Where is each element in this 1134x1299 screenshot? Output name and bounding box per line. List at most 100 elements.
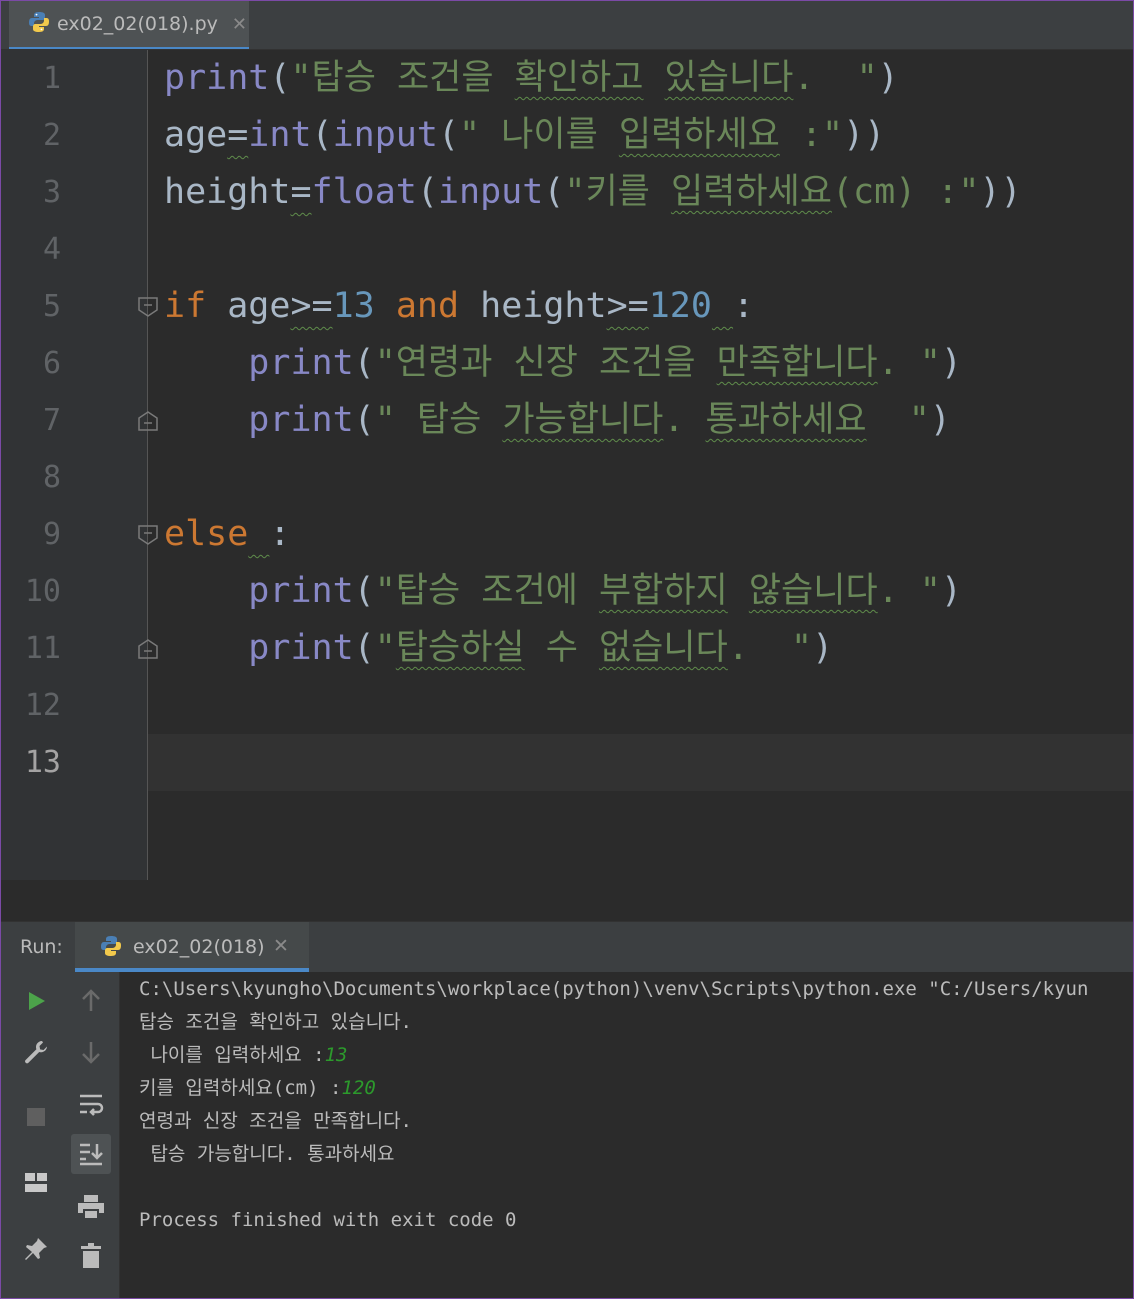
- code-line[interactable]: if age>=13 and height>=120 :: [164, 278, 754, 335]
- code-token: input: [332, 115, 438, 155]
- code-token: . ": [877, 571, 941, 611]
- line-number: 7: [42, 403, 61, 438]
- code-line[interactable]: else :: [164, 506, 290, 563]
- console-line: C:\Users\kyungho\Documents\workplace(pyt…: [139, 973, 1088, 1006]
- code-token: "키를: [564, 172, 671, 212]
- run-toolbar-primary: [1, 972, 63, 1298]
- line-number: 8: [42, 460, 61, 495]
- code-line[interactable]: print("연령과 신장 조건을 만족합니다. "): [164, 335, 962, 392]
- code-token: 있습니다: [664, 58, 794, 98]
- code-line[interactable]: age=int(input(" 나이를 입력하세요 :")): [164, 107, 885, 164]
- code-token: (: [269, 58, 291, 98]
- console-line: 키를 입력하세요(cm) :120: [139, 1072, 376, 1105]
- down-arrow-icon[interactable]: [71, 1032, 111, 1072]
- code-token: print: [248, 628, 354, 668]
- run-panel-header: Run: ex02_02(018) ✕: [1, 921, 1133, 972]
- code-token: ): [940, 343, 962, 383]
- close-icon[interactable]: ✕: [273, 935, 289, 957]
- code-token: ): [929, 400, 951, 440]
- console-line: 나이를 입력하세요 :13: [139, 1039, 347, 1072]
- code-token: print: [248, 571, 354, 611]
- code-token: 수: [524, 628, 599, 668]
- console-line: 탑승 가능합니다. 통과하세요: [139, 1138, 395, 1171]
- print-icon[interactable]: [71, 1187, 111, 1227]
- run-toolbar-secondary: [63, 972, 120, 1298]
- code-line[interactable]: print("탑승 조건을 확인하고 있습니다. "): [164, 50, 899, 107]
- fold-open-icon[interactable]: [137, 524, 159, 546]
- code-token: (: [437, 115, 460, 155]
- code-token: height: [459, 286, 607, 326]
- code-token: . ": [793, 58, 878, 98]
- close-icon[interactable]: ✕: [232, 14, 247, 35]
- console-text: 연령과 신장 조건을 만족합니다.: [139, 1110, 412, 1132]
- pin-icon[interactable]: [16, 1229, 56, 1269]
- trash-icon[interactable]: [71, 1236, 111, 1276]
- code-token: . ": [727, 628, 813, 668]
- code-line[interactable]: height=float(input("키를 입력하세요(cm) :")): [164, 164, 1022, 221]
- wrench-icon[interactable]: [16, 1032, 56, 1072]
- scroll-to-end-icon[interactable]: [71, 1134, 111, 1174]
- console-line: 연령과 신장 조건을 만족합니다.: [139, 1105, 412, 1138]
- line-number: 12: [24, 688, 61, 723]
- code-token: =: [290, 172, 312, 212]
- code-token: input: [437, 172, 544, 212]
- code-token: if: [164, 286, 207, 326]
- line-number: 13: [24, 745, 61, 780]
- code-line[interactable]: print(" 탑승 가능합니다. 통과하세요 "): [164, 392, 951, 449]
- code-token: 가능합니다: [502, 400, 664, 440]
- line-number: 6: [42, 346, 61, 381]
- python-icon: [99, 934, 123, 963]
- code-token: (: [353, 571, 375, 611]
- code-token: :: [269, 514, 291, 554]
- fold-close-icon[interactable]: [137, 638, 159, 660]
- code-token: 입력하세요: [618, 115, 780, 155]
- file-tab-label: ex02_02(018).py: [57, 13, 218, 35]
- console-line: Process finished with exit code 0: [139, 1204, 517, 1237]
- console-text: C:\Users\kyungho\Documents\workplace(pyt…: [139, 978, 1089, 1000]
- line-number: 3: [42, 175, 61, 210]
- stop-icon[interactable]: [16, 1097, 56, 1137]
- layout-icon[interactable]: [16, 1163, 56, 1203]
- run-tab[interactable]: ex02_02(018) ✕: [75, 922, 309, 972]
- code-editor[interactable]: 1 2 3 4 5 6 7 8 9 10 11 12 13 print("탑승 조건을 확인하고 있습니…: [1, 50, 1133, 880]
- console-text: 탑승 가능합니다. 통과하세요: [139, 1143, 395, 1165]
- code-token: (: [353, 400, 375, 440]
- up-arrow-icon[interactable]: [71, 981, 111, 1021]
- code-token: (: [416, 172, 438, 212]
- line-number: 10: [24, 574, 61, 609]
- console-output[interactable]: C:\Users\kyungho\Documents\workplace(pyt…: [139, 972, 1133, 1298]
- console-line: 탑승 조건을 확인하고 있습니다.: [139, 1006, 412, 1039]
- code-line[interactable]: print("탑승하실 수 없습니다. "): [164, 620, 833, 677]
- fold-open-icon[interactable]: [137, 296, 159, 318]
- code-token: and: [395, 286, 460, 326]
- code-token: 부합하지: [598, 571, 728, 611]
- run-panel: C:\Users\kyungho\Documents\workplace(pyt…: [1, 972, 1133, 1298]
- console-text: 나이를 입력하세요 :: [139, 1044, 325, 1066]
- code-token: print: [248, 400, 354, 440]
- fold-close-icon[interactable]: [137, 410, 159, 432]
- code-token: float: [311, 172, 417, 212]
- code-token: >=: [606, 286, 649, 326]
- code-token: ": [374, 628, 396, 668]
- code-token: 없습니다: [598, 628, 728, 668]
- code-line[interactable]: print("탑승 조건에 부합하지 않습니다. "): [164, 563, 962, 620]
- code-token: >=: [290, 286, 333, 326]
- line-number: 1: [42, 61, 61, 96]
- code-token: ): [812, 628, 834, 668]
- run-icon[interactable]: [16, 981, 56, 1021]
- soft-wrap-icon[interactable]: [71, 1085, 111, 1125]
- console-text: Process finished with exit code 0: [139, 1209, 517, 1231]
- line-number: 5: [42, 289, 61, 324]
- code-token: print: [164, 58, 270, 98]
- file-tab[interactable]: ex02_02(018).py ✕: [9, 1, 249, 49]
- code-token: " 탑승: [374, 400, 503, 440]
- ide-window: ex02_02(018).py ✕ 1 2 3 4 5 6 7 8 9 10 11 12 13 prin…: [0, 0, 1134, 1299]
- editor-tab-bar: ex02_02(018).py ✕: [1, 1, 1133, 50]
